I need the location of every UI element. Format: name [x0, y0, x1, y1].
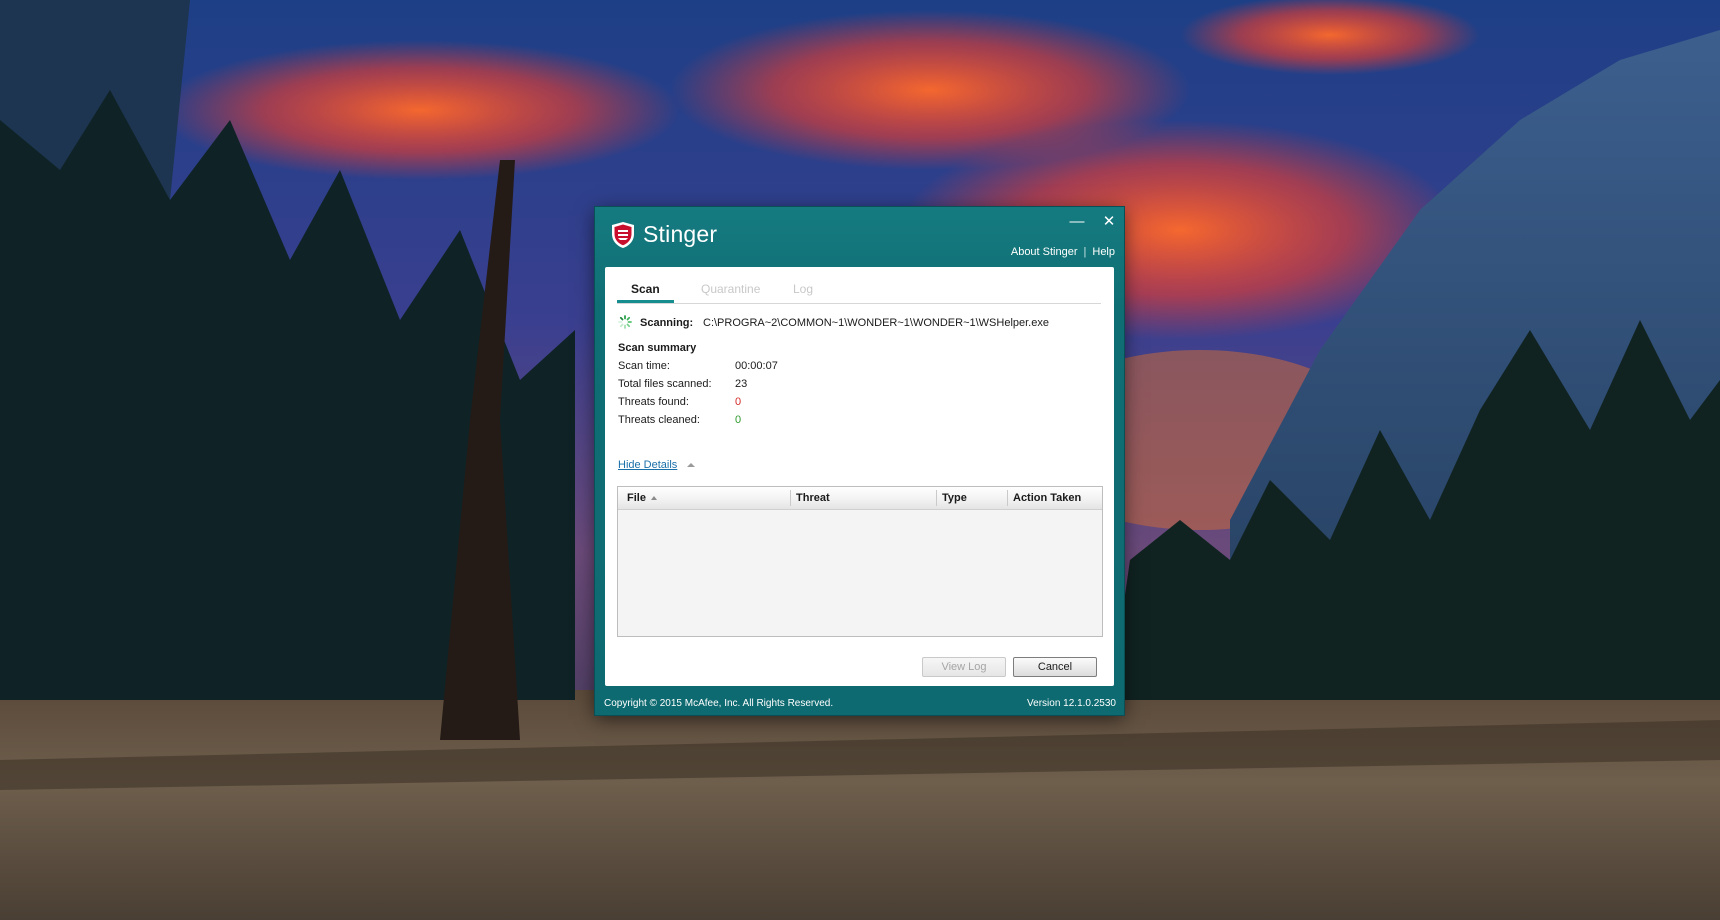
summary-value-threats-found: 0 [735, 396, 742, 408]
about-stinger-link[interactable]: About Stinger [1011, 246, 1078, 258]
summary-value: 23 [735, 378, 748, 390]
desktop: Stinger — ✕ About Stinger | Help Scan Quar… [0, 0, 1720, 920]
column-header-action-taken[interactable]: Action Taken [1013, 492, 1081, 504]
tab-quarantine[interactable]: Quarantine [701, 282, 760, 296]
stinger-window: Stinger — ✕ About Stinger | Help Scan Quar… [595, 207, 1124, 715]
summary-value: 00:00:07 [735, 360, 778, 372]
minimize-button[interactable]: — [1066, 212, 1088, 232]
hide-details-link[interactable]: Hide Details [618, 459, 677, 471]
column-divider[interactable] [1007, 490, 1008, 506]
mcafee-shield-icon [612, 222, 634, 248]
copyright-text: Copyright © 2015 McAfee, Inc. All Rights… [604, 698, 834, 709]
column-header-threat[interactable]: Threat [796, 492, 830, 504]
scanning-label: Scanning: [640, 317, 694, 329]
view-log-button[interactable]: View Log [922, 657, 1006, 677]
column-divider[interactable] [936, 490, 937, 506]
column-header-type[interactable]: Type [942, 492, 967, 504]
summary-label: Threats cleaned: [618, 414, 700, 426]
summary-label: Total files scanned: [618, 378, 712, 390]
content-panel: Scan Quarantine Log Scanning: C:\PROGRA~… [605, 267, 1114, 686]
version-text: Version 12.1.0.2530 [1027, 698, 1116, 709]
cancel-button[interactable]: Cancel [1013, 657, 1097, 677]
tab-log[interactable]: Log [793, 282, 813, 296]
close-button[interactable]: ✕ [1098, 212, 1120, 232]
tab-bar: Scan Quarantine Log [617, 278, 1101, 304]
scanning-file-path: C:\PROGRA~2\COMMON~1\WONDER~1\WONDER~1\W… [703, 317, 1049, 329]
tab-scan[interactable]: Scan [631, 282, 660, 296]
title-bar[interactable]: Stinger — ✕ About Stinger | Help [595, 207, 1124, 267]
sort-ascending-icon [651, 496, 657, 500]
app-title: Stinger [643, 221, 718, 247]
column-divider[interactable] [790, 490, 791, 506]
scan-summary-title: Scan summary [618, 342, 697, 354]
summary-label: Threats found: [618, 396, 689, 408]
table-header: File Threat Type Action Taken [618, 487, 1102, 510]
top-links: About Stinger | Help [1011, 246, 1115, 258]
active-tab-indicator [617, 300, 674, 303]
summary-value-threats-cleaned: 0 [735, 414, 742, 426]
caret-up-icon[interactable] [687, 463, 695, 467]
link-separator: | [1083, 246, 1087, 258]
column-header-file[interactable]: File [627, 492, 646, 504]
loading-spinner-icon [618, 315, 632, 329]
help-link[interactable]: Help [1092, 246, 1115, 258]
threats-table: File Threat Type Action Taken [617, 486, 1103, 637]
summary-label: Scan time: [618, 360, 670, 372]
